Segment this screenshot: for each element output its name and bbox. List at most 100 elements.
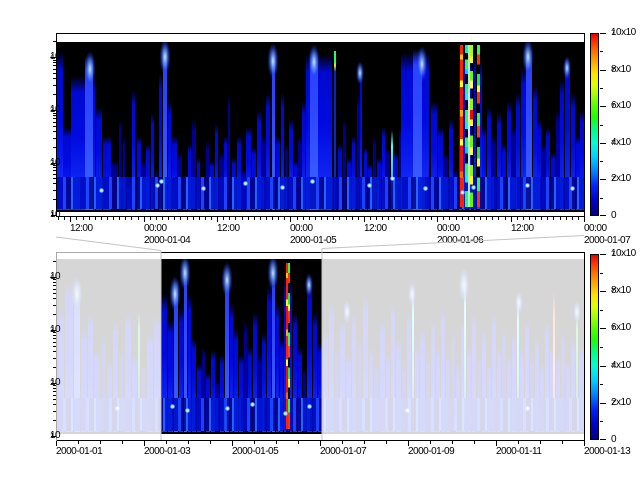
y-minor-tick	[53, 170, 56, 171]
x-minor-tick	[166, 441, 167, 444]
x-axis-tick-label-text: 12:00	[70, 223, 93, 235]
y-axis-tick-label: 103	[6, 104, 50, 116]
x-minor-tick	[278, 217, 279, 220]
colorbar-major-tick	[600, 439, 606, 440]
x-major-tick	[511, 217, 512, 222]
bright-glow	[521, 42, 535, 80]
x-axis-tick-label-text: 00:00	[584, 223, 607, 235]
x-minor-tick	[113, 217, 114, 220]
x-minor-tick	[431, 217, 432, 220]
y-axis-tick-label: 104	[6, 51, 50, 63]
x-minor-tick	[346, 217, 347, 220]
y-axis-tick-label-exponent: 1	[50, 209, 54, 221]
x-minor-tick	[370, 217, 371, 220]
y-minor-tick	[53, 41, 56, 42]
bright-dot	[225, 406, 230, 411]
bright-dot	[460, 190, 465, 195]
y-minor-tick	[53, 285, 56, 286]
x-minor-tick	[394, 217, 395, 220]
x-axis-tick-label-text: 12:00	[217, 223, 240, 235]
bright-dot	[525, 183, 530, 188]
x-minor-tick	[505, 217, 506, 220]
x-minor-tick	[272, 217, 273, 220]
x-minor-tick	[327, 217, 328, 220]
bright-dot	[283, 411, 288, 416]
x-minor-tick	[540, 441, 541, 444]
y-minor-tick	[53, 346, 56, 347]
panel-border	[56, 252, 161, 253]
y-minor-tick	[53, 289, 56, 290]
bright-glow	[178, 259, 192, 296]
y-minor-tick	[53, 178, 56, 179]
colorbar-tick-label-exponent: 7	[611, 137, 615, 149]
y-axis-tick-label-exponent: 4	[50, 51, 54, 63]
y-minor-tick	[53, 388, 56, 389]
x-minor-tick	[413, 217, 414, 220]
x-minor-tick	[572, 217, 573, 220]
y-minor-tick	[53, 404, 56, 405]
x-minor-tick	[119, 217, 120, 220]
x-minor-tick	[180, 217, 181, 220]
x-minor-tick	[76, 217, 77, 220]
y-minor-tick	[53, 391, 56, 392]
y-axis-tick-label-exponent: 1	[50, 430, 54, 442]
y-minor-tick	[53, 138, 56, 139]
x-major-tick	[144, 217, 145, 222]
colorbar-major-tick	[600, 254, 606, 255]
colorbar-minor-tick	[600, 347, 603, 348]
x-minor-tick	[492, 217, 493, 220]
y-minor-tick	[53, 131, 56, 132]
bright-dot	[280, 185, 285, 190]
x-minor-tick	[498, 217, 499, 220]
bright-dot	[570, 186, 575, 191]
x-minor-tick	[386, 441, 387, 444]
x-minor-tick	[199, 217, 200, 220]
y-axis-tick-label: 102	[6, 377, 50, 389]
y-minor-tick	[53, 279, 56, 280]
x-minor-tick	[342, 441, 343, 444]
x-minor-tick	[578, 217, 579, 220]
y-minor-tick	[53, 190, 56, 191]
x-axis-tick-label-text: 2000-01-11	[496, 446, 541, 458]
colorbar-minor-tick	[600, 421, 603, 422]
bright-dot	[423, 186, 428, 191]
y-minor-tick	[53, 183, 56, 184]
y-minor-tick	[53, 358, 56, 359]
y-minor-tick	[53, 338, 56, 339]
y-minor-tick	[53, 351, 56, 352]
y-minor-tick	[53, 62, 56, 63]
x-minor-tick	[456, 217, 457, 220]
bright-dot	[159, 179, 164, 184]
colorbar	[590, 254, 599, 440]
panel-border	[56, 33, 585, 34]
bright-dot	[307, 404, 312, 409]
bright-glow	[355, 58, 365, 88]
y-minor-tick	[53, 118, 56, 119]
bright-dot	[310, 179, 315, 184]
y-minor-tick	[53, 113, 56, 114]
x-axis-tick-label-text: 00:00	[290, 223, 313, 235]
y-minor-tick	[53, 335, 56, 336]
x-minor-tick	[223, 217, 224, 220]
hot-streak	[288, 263, 290, 429]
colorbar-minor-tick	[600, 51, 603, 52]
y-minor-tick	[53, 367, 56, 368]
x-minor-tick	[407, 217, 408, 220]
x-minor-tick	[517, 217, 518, 220]
dimmed-region-overlay	[322, 253, 584, 440]
x-axis-date-label-text: 2000-01-07	[584, 235, 630, 247]
x-minor-tick	[474, 217, 475, 220]
colorbar-minor-tick	[600, 198, 603, 199]
panel-border	[584, 252, 585, 441]
x-minor-tick	[560, 217, 561, 220]
x-minor-tick	[309, 217, 310, 220]
bright-glow	[415, 42, 429, 87]
y-minor-tick	[53, 399, 56, 400]
x-minor-tick	[297, 217, 298, 220]
colorbar-minor-tick	[600, 161, 603, 162]
x-minor-tick	[187, 217, 188, 220]
x-minor-tick	[188, 441, 189, 444]
hot-streak	[477, 45, 480, 207]
y-minor-tick	[53, 115, 56, 116]
x-minor-tick	[425, 217, 426, 220]
